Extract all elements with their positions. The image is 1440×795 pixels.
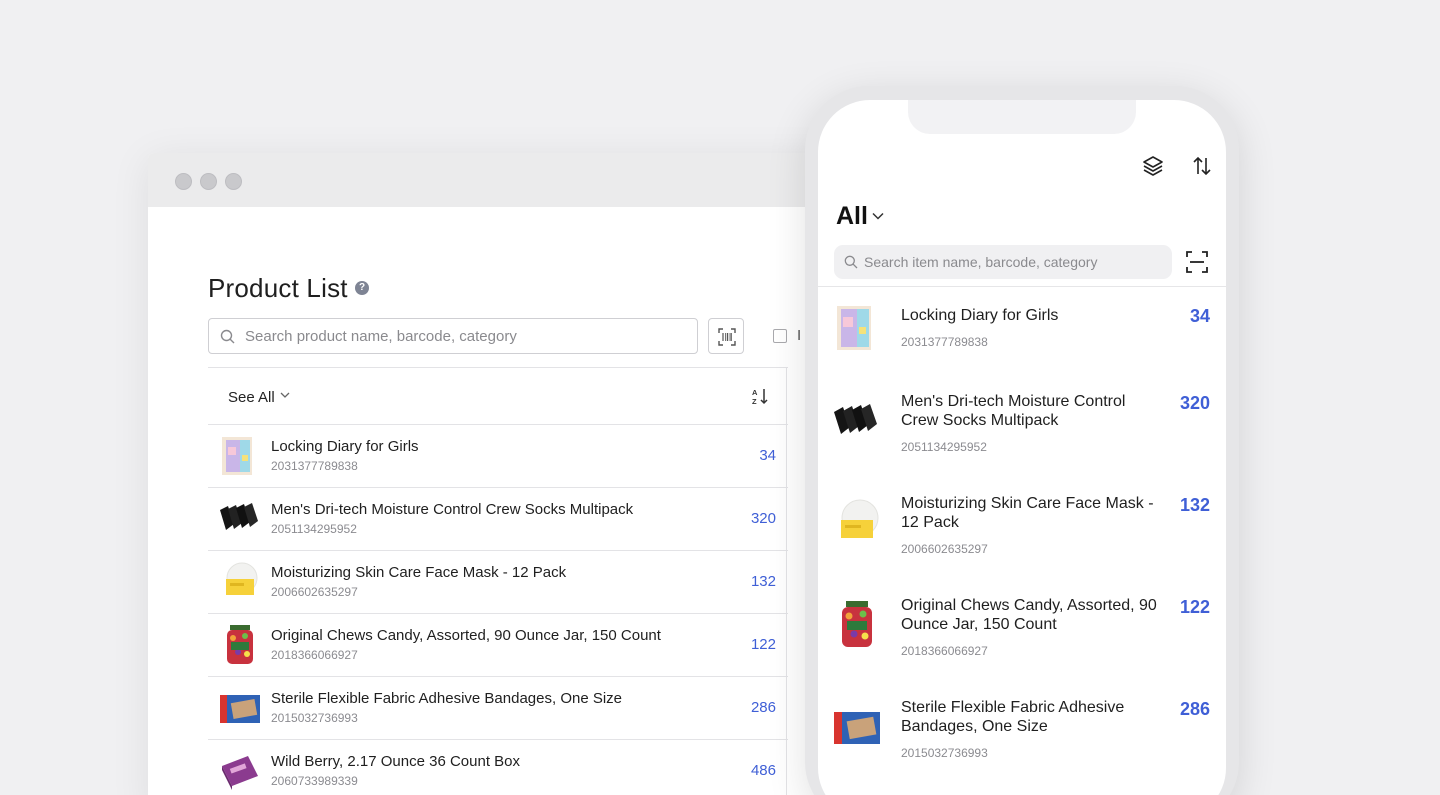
chevron-down-icon[interactable] bbox=[872, 212, 884, 220]
product-barcode: 2015032736993 bbox=[901, 746, 988, 760]
berry-box-thumbnail bbox=[222, 756, 258, 790]
page-title: Product List bbox=[208, 273, 348, 303]
search-input[interactable] bbox=[864, 245, 1164, 279]
barcode-scan-button[interactable] bbox=[708, 318, 744, 354]
window-minimize-dot[interactable] bbox=[200, 173, 217, 190]
table-row[interactable]: Original Chews Candy, Assorted, 90 Ounce… bbox=[208, 614, 788, 677]
list-item[interactable]: Men's Dri-tech Moisture Control Crew Soc… bbox=[818, 388, 1226, 488]
product-barcode: 2051134295952 bbox=[901, 440, 987, 454]
product-quantity: 122 bbox=[750, 636, 776, 653]
mobile-search[interactable] bbox=[834, 245, 1172, 279]
product-quantity: 286 bbox=[1179, 699, 1210, 719]
sort-icon[interactable]: A Z bbox=[751, 387, 769, 405]
category-title[interactable]: All bbox=[836, 202, 868, 231]
scan-icon[interactable] bbox=[1186, 251, 1208, 273]
table-row[interactable]: Wild Berry, 2.17 Ounce 36 Count Box 2060… bbox=[208, 740, 788, 795]
bandages-thumbnail bbox=[220, 695, 260, 723]
bandages-thumbnail bbox=[834, 712, 880, 744]
product-quantity: 320 bbox=[1179, 393, 1210, 413]
product-list: See All A Z Locking Diary for Girls 2031… bbox=[208, 367, 788, 795]
product-quantity: 132 bbox=[750, 573, 776, 590]
product-quantity: 286 bbox=[750, 699, 776, 716]
table-row[interactable]: Locking Diary for Girls 2031377789838 34 bbox=[208, 425, 788, 488]
product-barcode: 2031377789838 bbox=[901, 335, 988, 349]
product-search[interactable] bbox=[208, 318, 698, 354]
chevron-down-icon[interactable] bbox=[280, 391, 290, 399]
product-name: Locking Diary for Girls bbox=[901, 307, 1059, 324]
filter-checkbox[interactable] bbox=[773, 329, 787, 343]
product-barcode: 2060733989339 bbox=[271, 774, 358, 788]
product-name: Locking Diary for Girls bbox=[271, 438, 419, 455]
product-barcode: 2018366066927 bbox=[901, 644, 988, 658]
product-barcode: 2051134295952 bbox=[271, 522, 357, 536]
face-mask-thumbnail bbox=[841, 499, 879, 538]
phone-notch bbox=[908, 100, 1136, 134]
see-all-dropdown[interactable]: See All bbox=[228, 389, 275, 406]
list-item[interactable]: Original Chews Candy, Assorted, 90 Ounce… bbox=[818, 592, 1226, 692]
list-item[interactable]: Moisturizing Skin Care Face Mask - 12 Pa… bbox=[818, 490, 1226, 590]
product-name: Moisturizing Skin Care Face Mask - 12 Pa… bbox=[271, 564, 567, 581]
swap-sort-icon[interactable] bbox=[1191, 155, 1213, 177]
socks-thumbnail bbox=[834, 404, 877, 434]
product-quantity: 34 bbox=[759, 447, 776, 464]
window-close-dot[interactable] bbox=[175, 173, 192, 190]
product-quantity: 132 bbox=[1179, 495, 1210, 515]
diary-thumbnail bbox=[222, 437, 252, 475]
list-item[interactable]: Locking Diary for Girls 2031377789838 34 bbox=[818, 287, 1226, 387]
product-name: Original Chews Candy, Assorted, 90 Ounce… bbox=[271, 627, 661, 644]
layers-icon[interactable] bbox=[1142, 155, 1164, 177]
search-icon bbox=[220, 329, 235, 344]
svg-text:Z: Z bbox=[752, 397, 757, 405]
product-quantity: 122 bbox=[1179, 597, 1210, 617]
product-barcode: 2015032736993 bbox=[271, 711, 358, 725]
product-name: Sterile Flexible Fabric Adhesive Bandage… bbox=[271, 690, 623, 707]
diary-thumbnail bbox=[837, 306, 871, 350]
product-barcode: 2018366066927 bbox=[271, 648, 358, 662]
window-maximize-dot[interactable] bbox=[225, 173, 242, 190]
product-barcode: 2006602635297 bbox=[901, 542, 988, 556]
product-quantity: 320 bbox=[750, 510, 776, 527]
help-icon[interactable]: ? bbox=[355, 281, 369, 295]
svg-text:A: A bbox=[752, 388, 758, 397]
phone-frame: All Locking Diary for Girls bbox=[805, 86, 1239, 795]
face-mask-thumbnail bbox=[226, 562, 258, 595]
product-name: Men's Dri-tech Moisture Control Crew Soc… bbox=[901, 393, 1126, 429]
product-name: Sterile Flexible Fabric Adhesive Bandage… bbox=[901, 699, 1125, 735]
product-name: Wild Berry, 2.17 Ounce 36 Count Box bbox=[271, 753, 521, 770]
product-name: Moisturizing Skin Care Face Mask - 12 Pa… bbox=[901, 495, 1154, 531]
product-quantity: 486 bbox=[750, 762, 776, 779]
candy-jar-thumbnail bbox=[227, 625, 253, 664]
socks-thumbnail bbox=[220, 503, 258, 530]
table-row[interactable]: Moisturizing Skin Care Face Mask - 12 Pa… bbox=[208, 551, 788, 614]
list-item[interactable]: Sterile Flexible Fabric Adhesive Bandage… bbox=[818, 694, 1226, 794]
phone-screen: All Locking Diary for Girls bbox=[818, 100, 1226, 795]
checkbox-label: I bbox=[797, 327, 802, 344]
barcode-scan-icon bbox=[718, 328, 736, 346]
product-barcode: 2031377789838 bbox=[271, 459, 358, 473]
list-header: See All A Z bbox=[208, 368, 788, 425]
product-quantity: 34 bbox=[1189, 306, 1210, 326]
product-name: Original Chews Candy, Assorted, 90 Ounce… bbox=[901, 597, 1157, 633]
product-name: Men's Dri-tech Moisture Control Crew Soc… bbox=[271, 501, 634, 518]
product-barcode: 2006602635297 bbox=[271, 585, 358, 599]
table-row[interactable]: Sterile Flexible Fabric Adhesive Bandage… bbox=[208, 677, 788, 740]
search-input[interactable] bbox=[245, 319, 685, 353]
candy-jar-thumbnail bbox=[842, 601, 872, 647]
search-icon bbox=[844, 255, 858, 269]
table-row[interactable]: Men's Dri-tech Moisture Control Crew Soc… bbox=[208, 488, 788, 551]
